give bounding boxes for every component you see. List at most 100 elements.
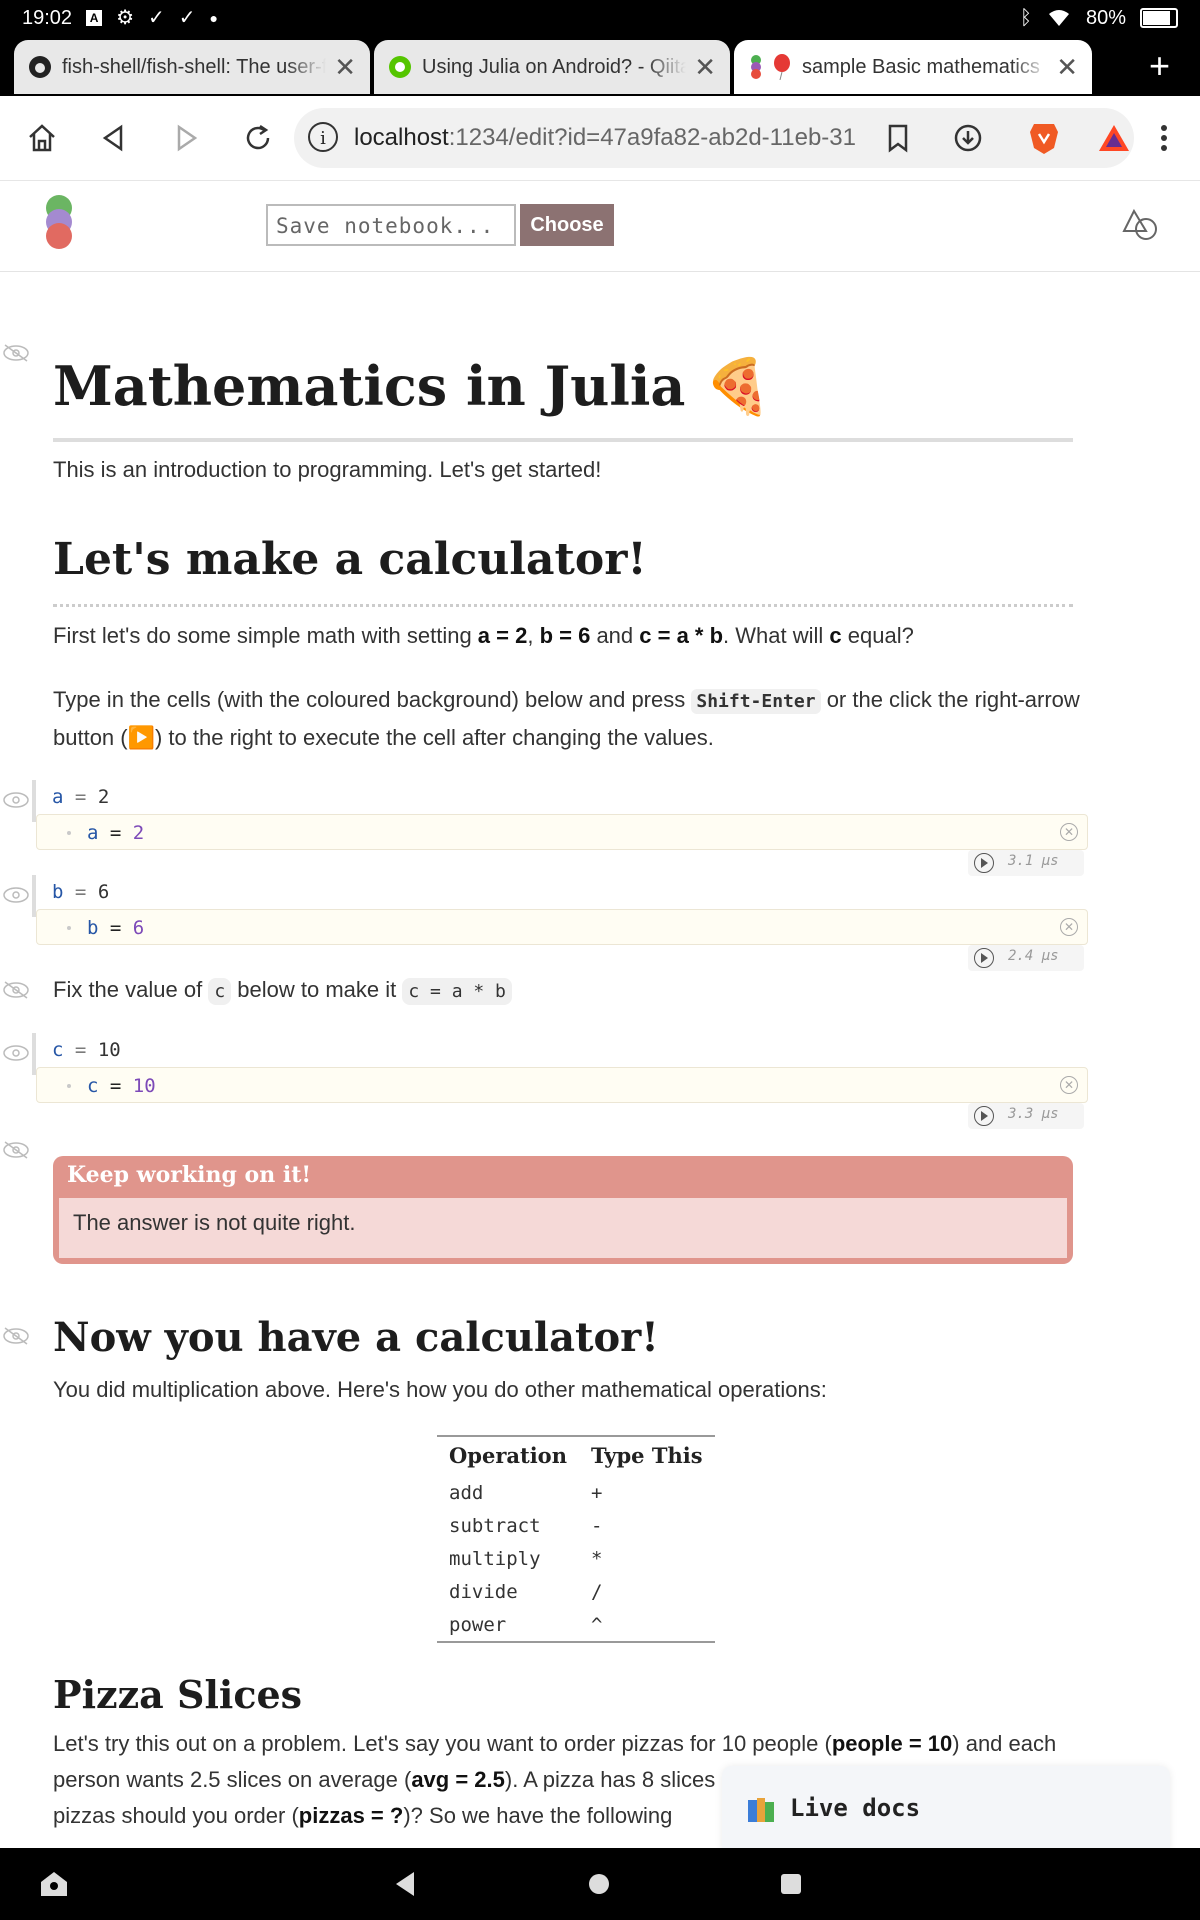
cell-output-a: a = 2 ✕ [36,814,1088,850]
section-divider [53,604,1073,607]
eye-icon[interactable] [2,1044,30,1062]
battery-icon [1140,8,1178,28]
new-tab-button[interactable]: + [1149,46,1170,86]
bat-triangle-icon [1099,125,1129,151]
brave-shields-button[interactable] [1024,118,1064,158]
delete-cell-icon[interactable]: ✕ [1060,918,1078,936]
notebook-title: Mathematics in Julia 🍕 [53,354,772,418]
github-icon [29,56,51,78]
save-notebook-input[interactable]: Save notebook... [266,204,516,246]
cell-input-a[interactable]: a = 2 [52,786,109,808]
home-circle-icon[interactable] [587,1872,611,1896]
live-docs-panel[interactable]: Live docs [722,1766,1170,1852]
admonition-body: The answer is not quite right. [73,1210,356,1235]
play-icon[interactable] [974,948,994,968]
table-header-row: Operation Type This [437,1436,715,1476]
accessibility-home-icon[interactable] [38,1868,70,1900]
auto-icon: A [86,10,103,26]
eye-icon[interactable] [2,886,30,904]
battery-percent: 80% [1085,6,1126,29]
instructions-text: Type in the cells (with the coloured bac… [53,687,1080,750]
hidden-eye-icon[interactable] [2,344,30,362]
back-triangle-icon[interactable] [392,1870,418,1898]
table-header: Type This [590,1443,703,1468]
keep-working-admonition: Keep working on it! The answer is not qu… [53,1156,1073,1264]
shift-enter-key: Shift-Enter [691,689,821,714]
tab-pluto-notebook[interactable]: sample Basic mathematics ✕ [734,40,1092,94]
pizza-text-line: Let's try this out on a problem. Let's s… [53,1731,1057,1756]
back-button[interactable] [94,118,134,158]
more-vertical-icon [1161,125,1167,151]
close-tab-icon[interactable]: ✕ [694,52,716,83]
shapes-icon[interactable] [1122,207,1160,243]
settings-gear-icon: ⚙ [116,7,134,29]
close-tab-icon[interactable]: ✕ [334,52,356,83]
tab-label: sample Basic mathematics [802,55,1040,78]
run-cell-box[interactable]: 2.4 μs [968,945,1084,971]
hidden-eye-icon[interactable] [2,981,30,999]
table-row: divide / [449,1580,603,1603]
download-button[interactable] [948,118,988,158]
bluetooth-icon: ᛒ [1019,7,1032,29]
home-button[interactable] [22,118,62,158]
table-row: add + [449,1481,603,1504]
cell-output-c: c = 10 ✕ [36,1067,1088,1103]
table-row: multiply * [449,1547,603,1570]
bookmark-button[interactable] [878,118,918,158]
play-icon[interactable] [974,1106,994,1126]
section-heading: Let's make a calculator! [53,534,647,585]
reload-button[interactable] [238,118,278,158]
tab-strip: fish-shell/fish-shell: The user-friendly… [0,36,1200,96]
run-cell-box[interactable]: 3.3 μs [968,1103,1084,1129]
tab-qiita[interactable]: Using Julia on Android? - Qiita ✕ [374,40,730,94]
checkmark-icon: ✓ [178,7,196,29]
pluto-favicon-icon [751,55,761,79]
cell-input-b[interactable]: b = 6 [52,881,109,903]
recents-square-icon[interactable] [780,1873,802,1895]
table-row: power ^ [449,1613,603,1636]
dot-icon: ● [209,10,218,26]
url-text: localhost:1234/edit?id=47a9fa82-ab2d-11e… [354,124,856,151]
reload-icon [246,124,270,150]
wifi-icon [1048,10,1069,26]
checkmark-icon: ✓ [148,7,165,29]
back-arrow-icon [102,124,123,152]
table-row: subtract - [449,1514,603,1537]
eye-icon[interactable] [2,791,30,809]
address-bar[interactable]: i localhost:1234/edit?id=47a9fa82-ab2d-1… [294,108,1134,168]
table-header: Operation [449,1443,567,1468]
home-icon [29,124,55,152]
pizza-text-line: person wants 2.5 slices on average (avg … [53,1767,746,1792]
cell-input-c[interactable]: c = 10 [52,1039,121,1061]
tab-label: Using Julia on Android? - Qiita [422,55,687,78]
tab-label: fish-shell/fish-shell: The user-friendly… [62,55,327,78]
delete-cell-icon[interactable]: ✕ [1060,823,1078,841]
browser-menu-button[interactable] [1144,118,1184,158]
books-icon [748,1798,774,1822]
admonition-title: Keep working on it! [67,1162,312,1188]
run-cell-box[interactable]: 3.1 μs [968,850,1084,876]
status-bar: 19:02 A ⚙ ✓ ✓ ● ᛒ 80% [0,0,1200,36]
browser-toolbar: i localhost:1234/edit?id=47a9fa82-ab2d-1… [0,96,1200,181]
operations-table: Operation Type This add + subtract - multi… [437,1435,715,1643]
forward-arrow-icon [177,124,198,152]
section2-text: You did multiplication above. Here's how… [53,1377,827,1402]
balloon-icon [774,54,790,80]
forward-button[interactable] [166,118,206,158]
hidden-eye-icon[interactable] [2,1141,30,1159]
site-info-icon[interactable]: i [308,122,338,152]
pluto-header: Save notebook... Choose [0,181,1200,272]
close-tab-icon[interactable]: ✕ [1056,52,1078,83]
tab-fish-shell[interactable]: fish-shell/fish-shell: The user-friendly… [14,40,370,94]
fix-instruction-text: Fix the value of c below to make it c = … [53,972,512,1010]
play-icon[interactable] [974,853,994,873]
brave-rewards-button[interactable] [1094,118,1134,158]
run-time: 2.4 μs [1008,948,1059,964]
hidden-eye-icon[interactable] [2,1327,30,1345]
android-navigation-bar [0,1848,1200,1920]
choose-button[interactable]: Choose [520,204,614,246]
pizza-text-line: pizzas should you order (pizzas = ?)? So… [53,1803,673,1828]
section-heading: Pizza Slices [53,1672,303,1717]
delete-cell-icon[interactable]: ✕ [1060,1076,1078,1094]
run-time: 3.1 μs [1008,853,1059,869]
